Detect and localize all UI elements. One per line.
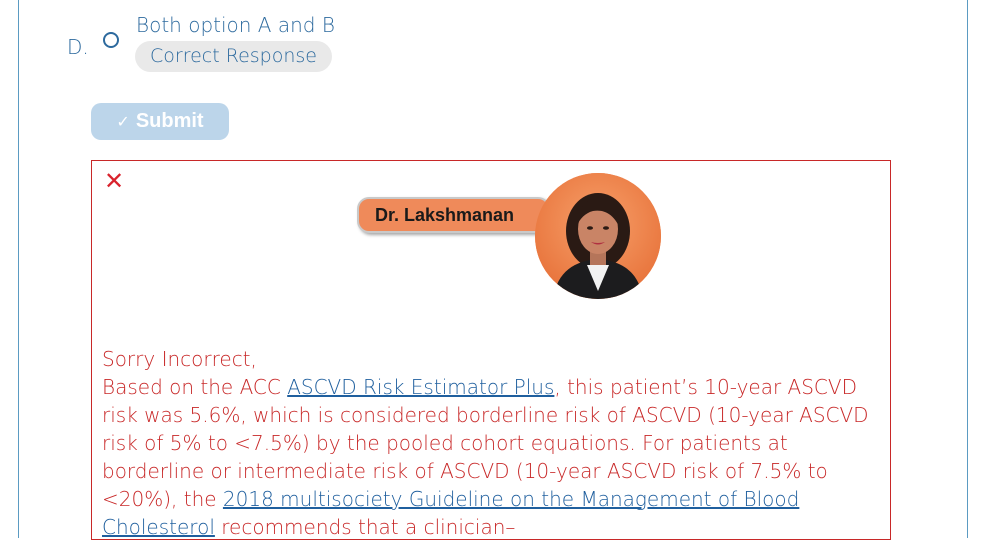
- feedback-body: Based on the ACC ASCVD Risk Estimator Pl…: [102, 373, 892, 541]
- correct-response-badge: Correct Response: [135, 41, 332, 72]
- submit-button[interactable]: ✓ Submit: [91, 103, 229, 140]
- ascvd-risk-estimator-link[interactable]: ASCVD Risk Estimator Plus: [287, 375, 554, 399]
- close-icon[interactable]: ✕: [104, 170, 124, 194]
- feedback-text-part-1: Based on the ACC: [102, 375, 288, 399]
- feedback-text: Sorry Incorrect, Based on the ACC ASCVD …: [102, 345, 892, 541]
- option-d-label[interactable]: Both option A and B: [136, 13, 335, 37]
- option-d-radio[interactable]: [103, 32, 119, 48]
- feedback-panel: ✕ Dr. Lakshmanan Sorry Incorrect, Based …: [91, 160, 891, 540]
- submit-label: Submit: [135, 110, 204, 132]
- presenter-avatar: [535, 173, 661, 299]
- feedback-heading: Sorry Incorrect,: [102, 347, 257, 371]
- presenter-name-tag: Dr. Lakshmanan: [357, 197, 551, 233]
- check-icon: ✓: [116, 113, 130, 131]
- option-letter: D.: [67, 35, 89, 59]
